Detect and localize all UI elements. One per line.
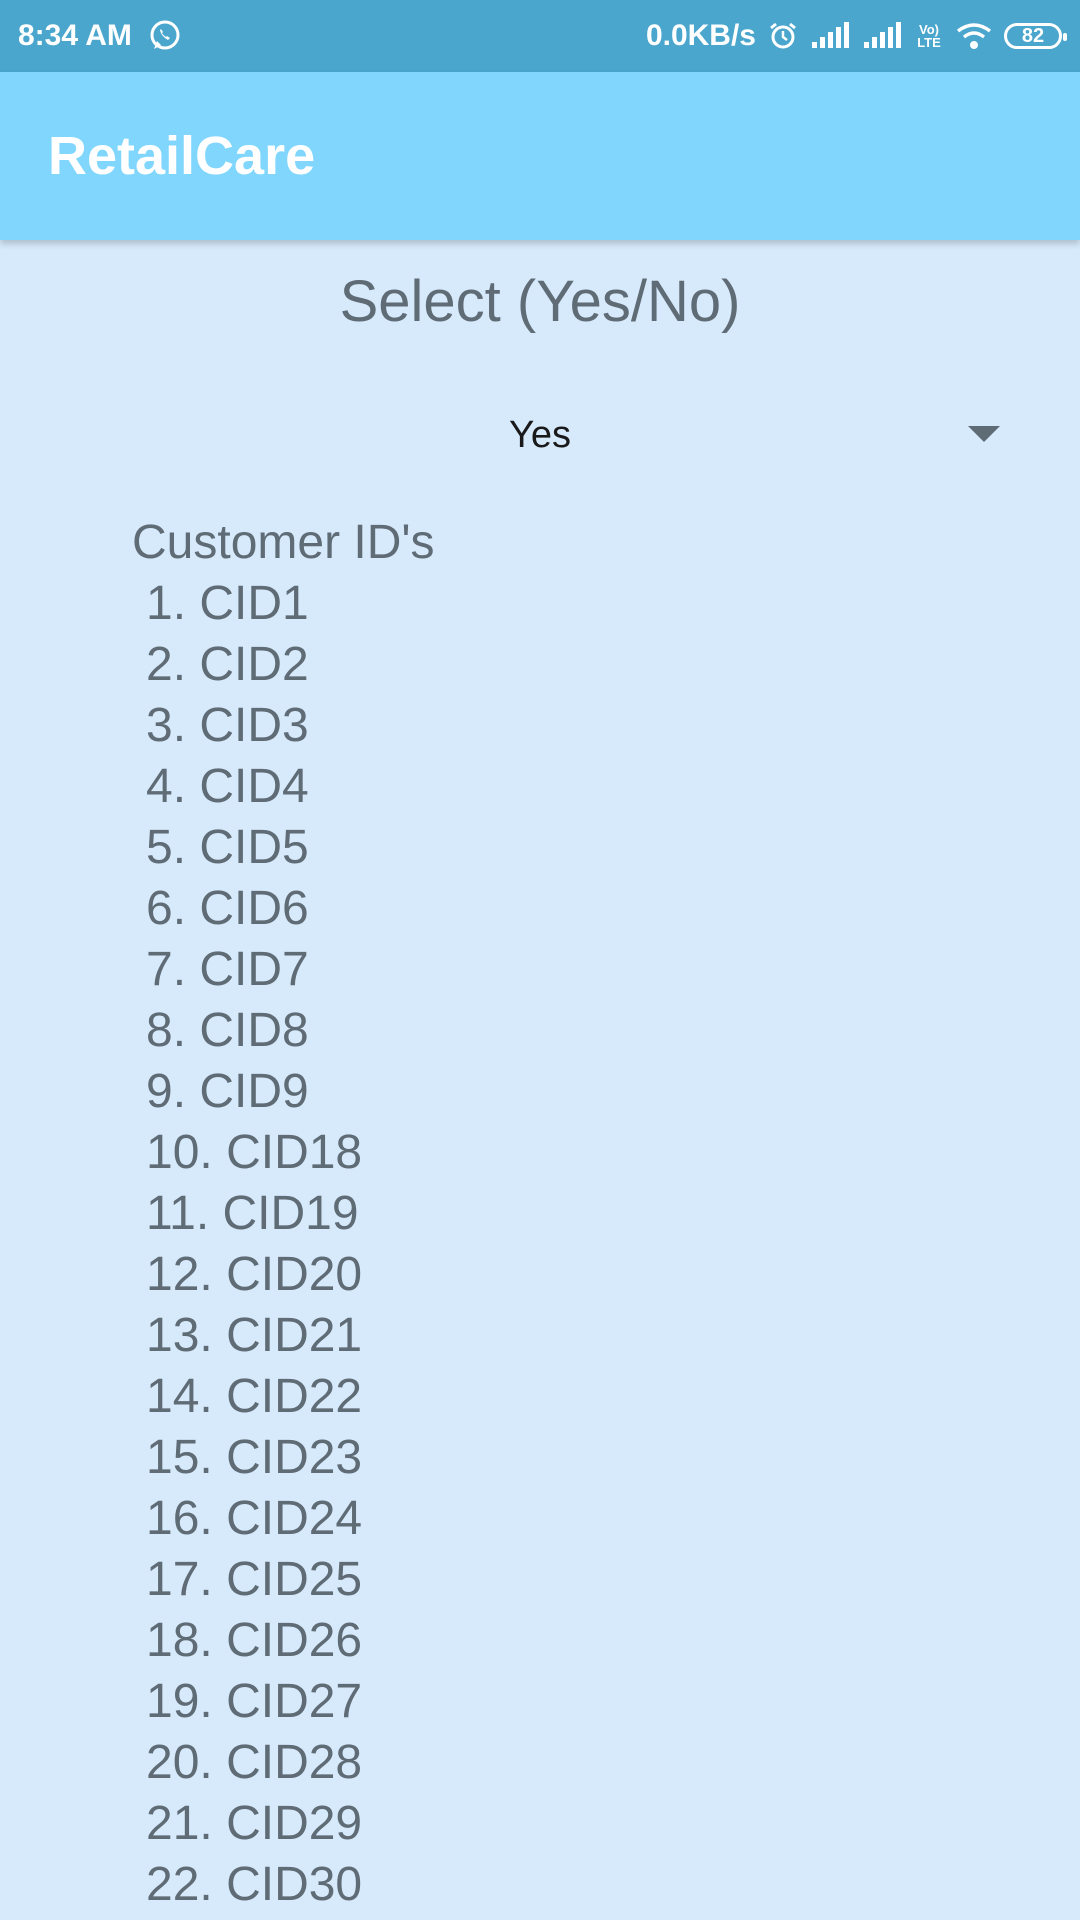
list-item: 1. CID1: [146, 577, 309, 630]
list-item: 15. CID23: [146, 1431, 363, 1484]
list-item: 22. CID30: [146, 1858, 363, 1911]
customer-id-list: 1. CID1 2. CID2 3. CID3 4. CID4 5. CID5 …: [132, 573, 435, 1915]
list-item: 2. CID2: [146, 638, 309, 691]
signal-icon: [810, 22, 850, 50]
battery-level: 82: [1021, 24, 1045, 47]
list-item: 16. CID24: [146, 1492, 363, 1545]
list-item: 18. CID26: [146, 1614, 363, 1667]
list-item: 6. CID6: [146, 882, 309, 935]
battery-icon: 82: [1004, 23, 1067, 49]
app-bar: RetailCare: [0, 72, 1080, 240]
status-time: 8:34 AM: [18, 19, 132, 52]
list-item: 20. CID28: [146, 1736, 363, 1789]
list-item: 5. CID5: [146, 821, 309, 874]
volte-icon: Vo) LTE: [917, 22, 941, 50]
list-item: 12. CID20: [146, 1248, 363, 1301]
network-speed: 0.0KB/s: [645, 19, 756, 52]
whatsapp-icon: [148, 19, 182, 53]
status-bar: 8:34 AM 0.0KB/s Vo) LTE 82: [0, 0, 1080, 72]
list-item: 19. CID27: [146, 1675, 363, 1728]
list-item: 13. CID21: [146, 1309, 363, 1362]
list-item: 17. CID25: [146, 1553, 363, 1606]
customer-id-section: Customer ID's 1. CID1 2. CID2 3. CID3 4.…: [132, 512, 435, 1915]
dropdown-arrow-icon[interactable]: [968, 426, 1000, 442]
wifi-icon: [956, 22, 992, 50]
dropdown-selected-value: Yes: [509, 413, 571, 456]
customer-id-heading: Customer ID's: [132, 516, 435, 569]
list-item: 7. CID7: [146, 943, 309, 996]
yes-no-dropdown[interactable]: Yes: [130, 400, 1010, 470]
list-item: 21. CID29: [146, 1797, 363, 1850]
list-item: 4. CID4: [146, 760, 309, 813]
list-item: 3. CID3: [146, 699, 309, 752]
list-item: 11. CID19: [146, 1187, 359, 1240]
list-item: 9. CID9: [146, 1065, 309, 1118]
list-item: 8. CID8: [146, 1004, 309, 1057]
status-bar-left: 8:34 AM: [18, 19, 198, 53]
list-item: 10. CID18: [146, 1126, 363, 1179]
select-heading: Select (Yes/No): [339, 269, 741, 334]
alarm-icon: [768, 21, 798, 51]
list-item: 14. CID22: [146, 1370, 363, 1423]
signal-icon-2: [862, 22, 902, 50]
app-title: RetailCare: [48, 126, 316, 186]
status-bar-right: 0.0KB/s Vo) LTE 82: [634, 19, 1067, 53]
